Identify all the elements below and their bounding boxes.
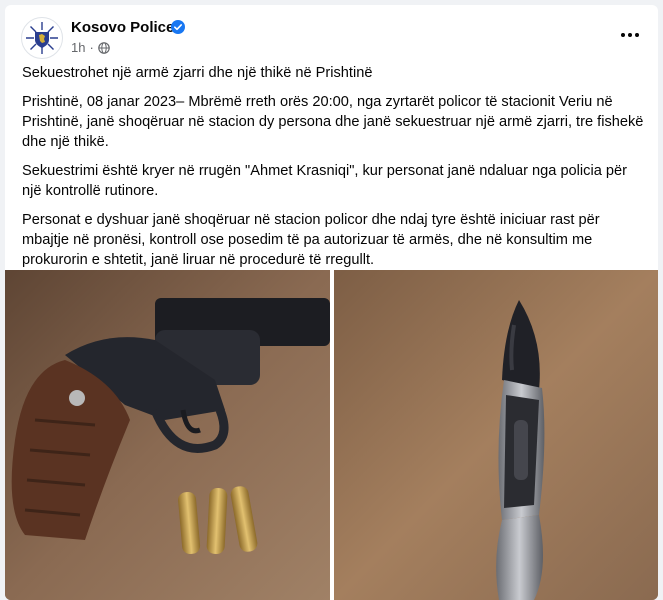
page-name[interactable]: Kosovo Police (71, 19, 174, 36)
knife-photo-illustration (334, 270, 658, 600)
post-header: Kosovo Police 1h · (21, 17, 646, 61)
revolver-photo-illustration (5, 270, 330, 600)
more-options-icon (621, 33, 625, 37)
post-meta: 1h · (71, 40, 110, 55)
page-avatar[interactable] (21, 17, 63, 59)
globe-icon (98, 41, 110, 54)
verified-badge-icon (171, 20, 185, 34)
post-card: Kosovo Police 1h · Sekuestrohet një armë… (5, 5, 658, 600)
post-text: Sekuestrohet një armë zjarri dhe një thi… (22, 63, 648, 279)
photo-knife[interactable] (334, 270, 658, 600)
post-timestamp[interactable]: 1h (71, 40, 85, 55)
post-paragraph: Personat e dyshuar janë shoqëruar në sta… (22, 212, 600, 268)
post-paragraph: Prishtinë, 08 janar 2023– Mbrëmë rreth o… (22, 94, 644, 150)
photo-grid (5, 270, 658, 600)
police-emblem-icon (23, 19, 61, 57)
post-paragraph: Sekuestrimi është kryer në rrugën "Ahmet… (22, 163, 627, 199)
more-options-button[interactable] (614, 23, 646, 47)
post-title: Sekuestrohet një armë zjarri dhe një thi… (22, 65, 373, 81)
separator-dot: · (89, 40, 94, 55)
photo-revolver[interactable] (5, 270, 330, 600)
